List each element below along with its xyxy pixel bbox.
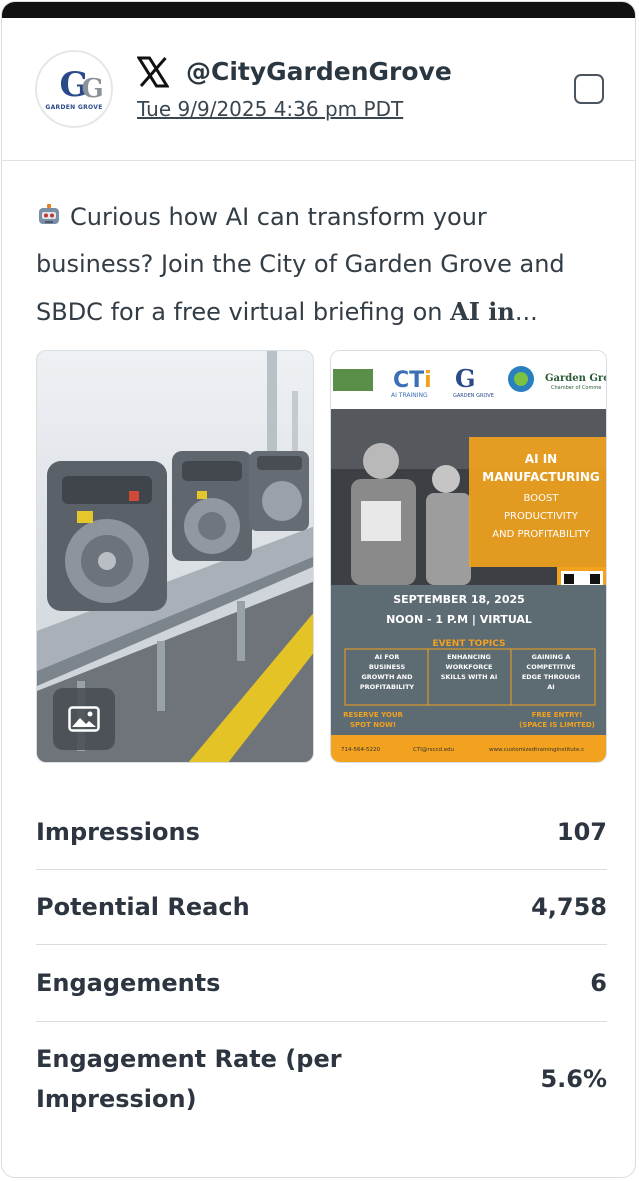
poster-time: NOON - 1 P.M | VIRTUAL [386,613,532,626]
stat-label: Engagements [36,969,221,997]
avatar-logo: GG [59,64,104,105]
image-type-badge [53,688,115,750]
svg-text:BUSINESS: BUSINESS [369,663,406,671]
stat-value: 107 [556,817,607,846]
avatar[interactable]: GG GARDEN GROVE [35,50,113,128]
svg-text:SPOT NOW!: SPOT NOW! [350,721,396,729]
svg-text:714-564-5220: 714-564-5220 [341,747,380,753]
svg-text:WORKFORCE: WORKFORCE [446,663,493,671]
post-header: GG GARDEN GROVE @CityGardenGrove Tue 9/9… [2,18,635,161]
poster-date: SEPTEMBER 18, 2025 [393,593,525,606]
post-text-ellipsis: ... [514,298,538,326]
svg-text:Garden Gro: Garden Gro [545,373,607,384]
robot-icon [39,204,59,224]
stat-label: Engagement Rate (per Impression) [36,1045,342,1113]
post-image-engines[interactable] [36,350,314,763]
post-text-bold: AI in [450,297,515,326]
svg-text:GAINING A: GAINING A [532,653,571,661]
svg-text:Chamber of Comme: Chamber of Comme [551,385,601,391]
image-icon [68,706,100,732]
svg-text:G: G [455,364,476,393]
svg-text:AI FOR: AI FOR [375,653,400,661]
poster-logo-cti: CTi [393,368,432,393]
post-text: Curious how AI can transform your busine… [36,194,606,336]
svg-text:ENHANCING: ENHANCING [447,653,491,661]
stat-value: 5.6% [540,1065,607,1093]
poster-headline-1: AI IN [525,452,557,466]
svg-text:(SPACE IS LIMITED): (SPACE IS LIMITED) [519,721,595,729]
stat-row-engagements: Engagements 6 [36,945,607,1022]
svg-text:AI: AI [547,683,554,691]
x-logo-icon [137,56,169,88]
stat-value: 6 [590,969,607,997]
post-image-event-poster[interactable]: CTi AI TRAINING G GARDEN GROVE Garden Gr… [330,350,607,763]
stat-row-engagement-rate: Engagement Rate (per Impression) 5.6% [36,1022,607,1136]
event-poster: CTi AI TRAINING G GARDEN GROVE Garden Gr… [331,351,607,762]
svg-text:AI TRAINING: AI TRAINING [391,392,428,399]
svg-text:PRODUCTIVITY: PRODUCTIVITY [504,511,579,522]
post-timestamp-link[interactable]: Tue 9/9/2025 4:36 pm PDT [137,96,403,122]
svg-text:EDGE THROUGH: EDGE THROUGH [522,673,580,681]
post-stats: Impressions 107 Potential Reach 4,758 En… [36,794,607,1136]
stat-label: Impressions [36,817,200,846]
post-card: GG GARDEN GROVE @CityGardenGrove Tue 9/9… [1,1,636,1178]
poster-headline-2: MANUFACTURING [482,470,599,484]
svg-text:COMPETITIVE: COMPETITIVE [526,663,575,671]
svg-text:AND PROFITABILITY: AND PROFITABILITY [492,529,590,540]
svg-text:BOOST: BOOST [524,493,560,504]
svg-text:EVENT TOPICS: EVENT TOPICS [432,639,505,649]
stat-row-impressions: Impressions 107 [36,794,607,870]
card-top-bar [2,2,635,18]
stat-value: 4,758 [531,893,607,921]
svg-text:GROWTH AND: GROWTH AND [361,673,413,681]
svg-text:CTI@rsccd.edu: CTI@rsccd.edu [413,747,454,753]
svg-text:SKILLS WITH AI: SKILLS WITH AI [441,673,498,681]
svg-text:PROFITABILITY: PROFITABILITY [360,683,414,691]
account-handle[interactable]: @CityGardenGrove [186,56,452,88]
stat-row-potential-reach: Potential Reach 4,758 [36,870,607,945]
select-checkbox[interactable] [574,74,604,104]
svg-text:GARDEN GROVE: GARDEN GROVE [453,393,494,399]
svg-text:FREE ENTRY!: FREE ENTRY! [532,711,583,719]
svg-text:RESERVE YOUR: RESERVE YOUR [343,711,403,719]
svg-text:www.customizedtraininginstitut: www.customizedtraininginstitute.c [489,747,584,753]
stat-label: Potential Reach [36,893,250,921]
